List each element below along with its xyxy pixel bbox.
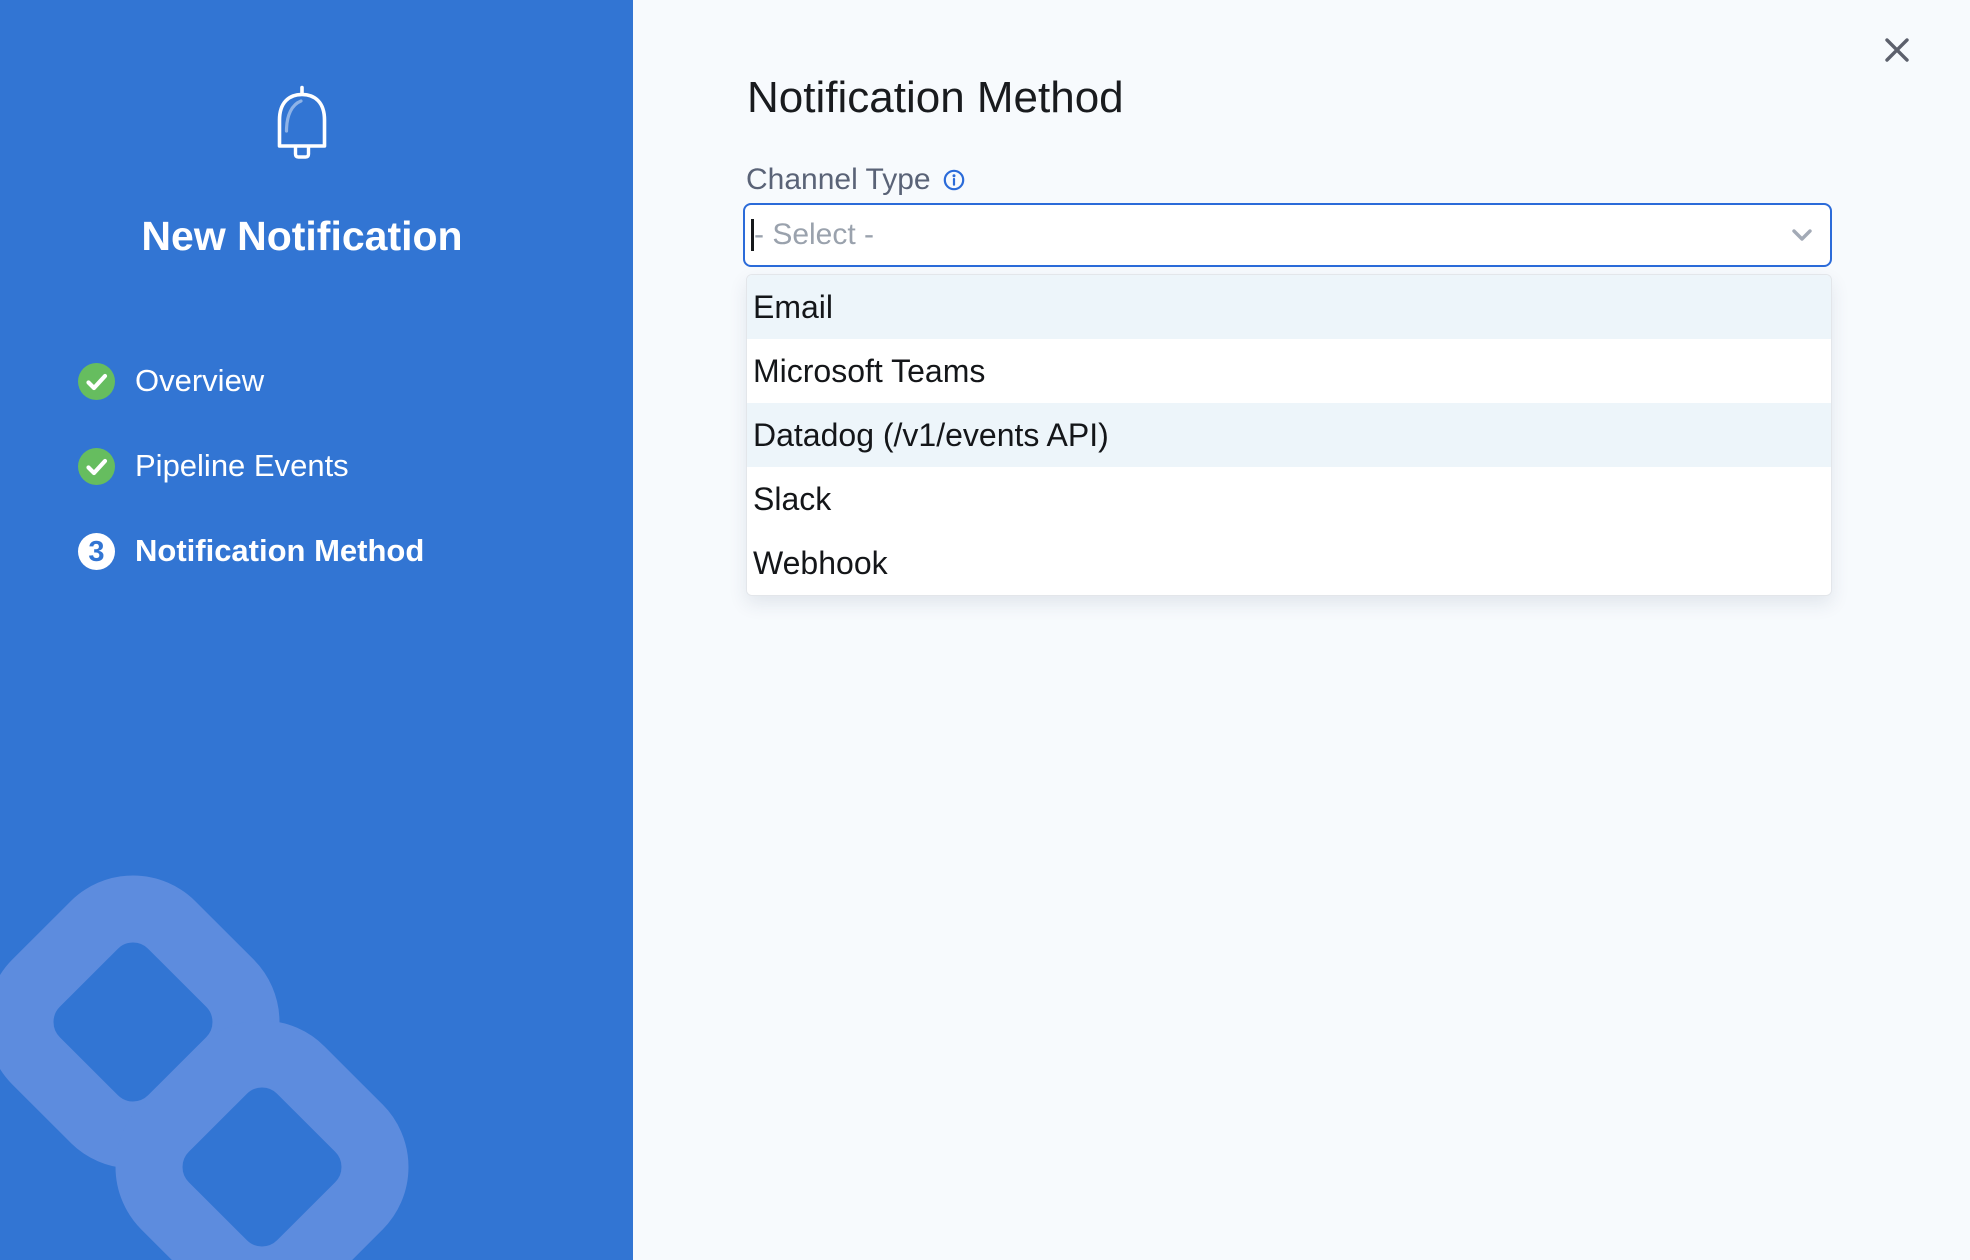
page-title: Notification Method (747, 72, 1124, 124)
bell-icon (270, 84, 334, 162)
new-notification-modal: New Notification Overview (0, 0, 1970, 1260)
info-icon[interactable] (943, 169, 965, 191)
dropdown-option-datadog-v1-events-api-[interactable]: Datadog (/v1/events API) (747, 403, 1831, 467)
dropdown-option-microsoft-teams[interactable]: Microsoft Teams (747, 339, 1831, 403)
channel-type-field-label-row: Channel Type (746, 162, 965, 198)
sidebar-step-notification-method[interactable]: 3 Notification Method (0, 527, 633, 575)
content-panel: Notification Method Channel Type - Selec… (633, 0, 1970, 1260)
step-label: Notification Method (135, 533, 424, 569)
step-label: Overview (135, 363, 264, 399)
screwdriver-logo-watermark (0, 0, 633, 1260)
select-placeholder: - Select - (754, 205, 874, 265)
chevron-down-icon (1792, 229, 1812, 241)
channel-type-label: Channel Type (746, 163, 931, 197)
channel-type-select[interactable]: - Select - (743, 203, 1832, 267)
channel-type-dropdown: Email Microsoft Teams Datadog (/v1/event… (746, 274, 1832, 596)
sidebar-header (0, 84, 633, 162)
close-button[interactable] (1875, 28, 1919, 72)
dropdown-option-slack[interactable]: Slack (747, 467, 1831, 531)
check-icon (78, 363, 115, 400)
sidebar-step-overview[interactable]: Overview (0, 357, 633, 405)
wizard-title: New Notification (0, 212, 633, 260)
check-icon (78, 448, 115, 485)
dropdown-option-webhook[interactable]: Webhook (747, 531, 1831, 595)
step-label: Pipeline Events (135, 448, 349, 484)
dropdown-option-email[interactable]: Email (747, 275, 1831, 339)
sidebar: New Notification Overview (0, 0, 633, 1260)
sidebar-step-pipeline-events[interactable]: Pipeline Events (0, 442, 633, 490)
step-number-badge: 3 (78, 533, 115, 570)
close-icon (1884, 37, 1910, 63)
